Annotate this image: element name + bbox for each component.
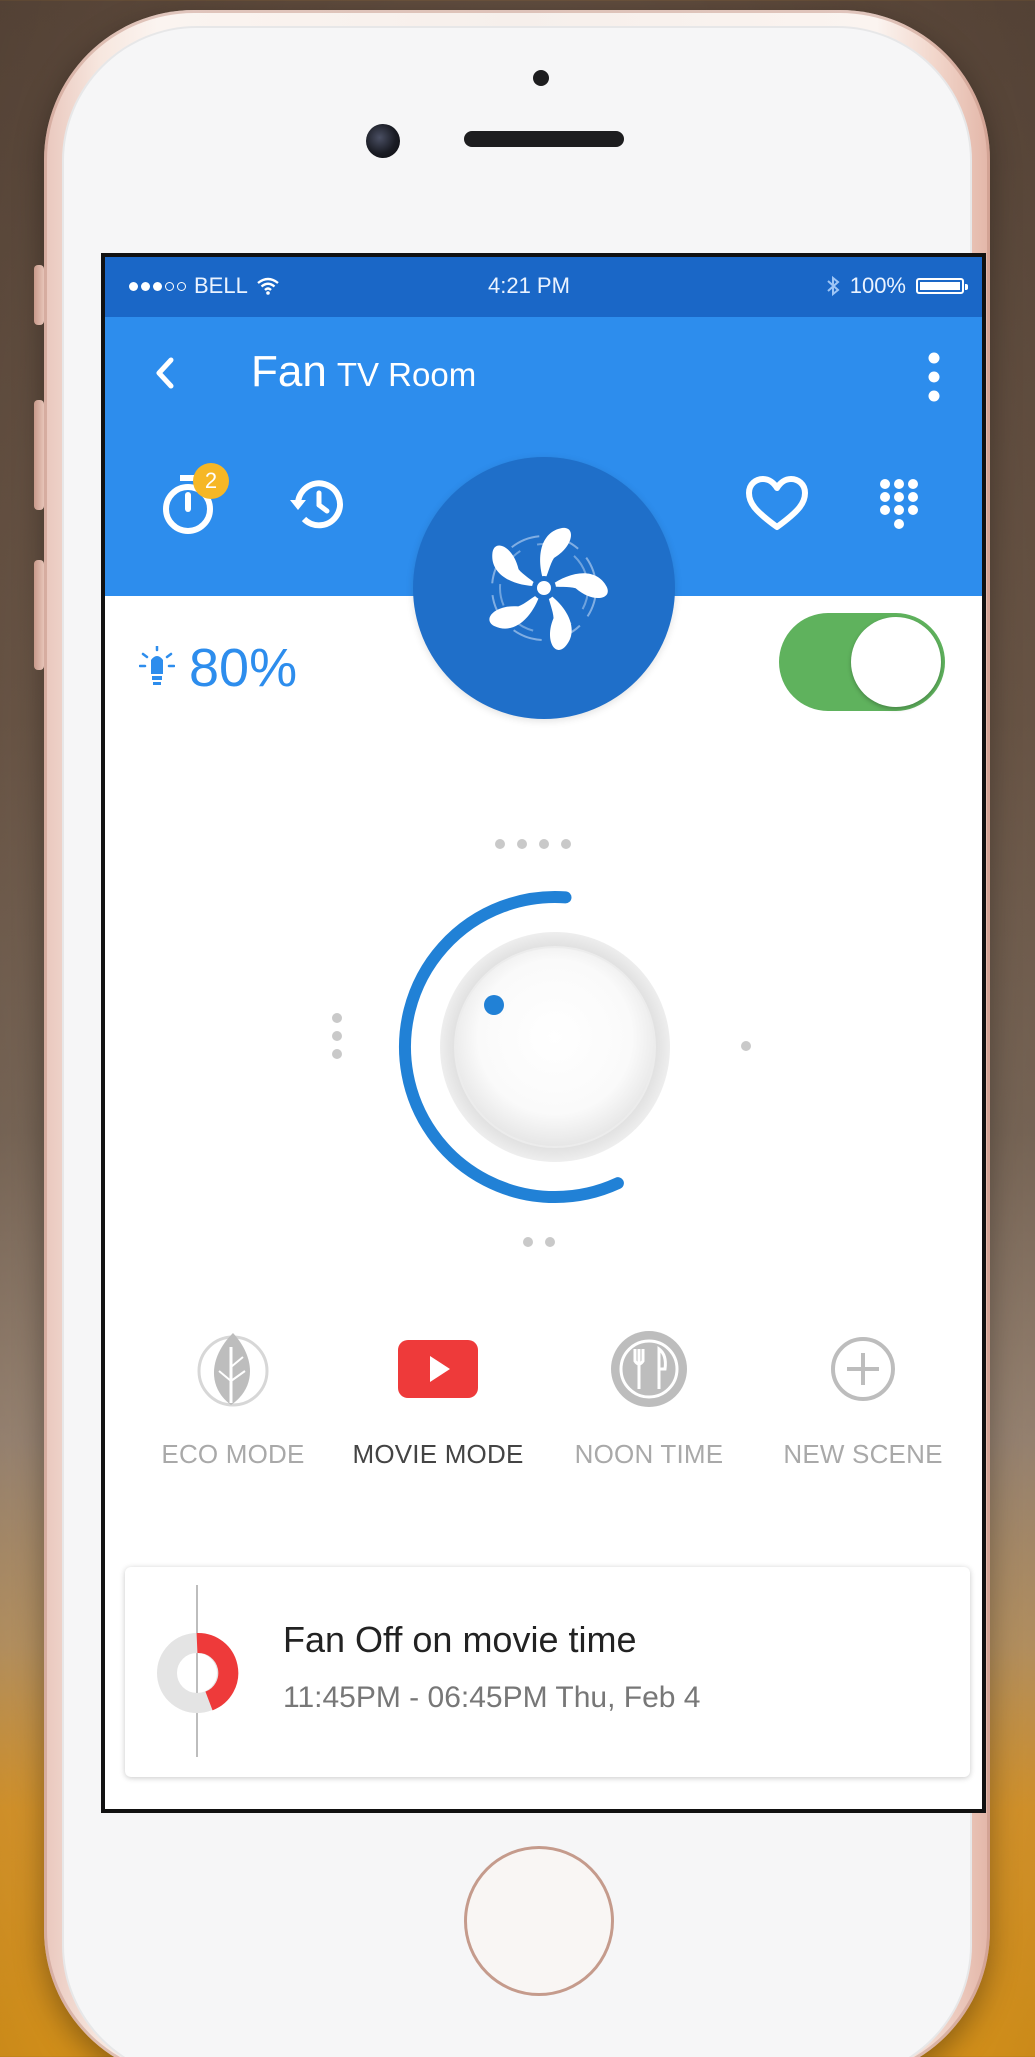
room-name: TV Room	[336, 356, 477, 393]
more-vertical-icon	[928, 352, 940, 402]
speed-step-dots-top	[495, 839, 571, 849]
battery-icon	[916, 278, 968, 294]
wifi-icon	[257, 277, 279, 295]
dial-indicator-dot	[484, 995, 504, 1015]
page-title: Fan TV Room	[251, 347, 476, 397]
speed-dial[interactable]	[385, 877, 725, 1217]
toggle-knob	[851, 617, 941, 707]
device-name: Fan	[251, 347, 327, 396]
scene-label: NEW SCENE	[783, 1439, 943, 1469]
clock: 4:21 PM	[488, 273, 570, 298]
plus-icon	[821, 1327, 905, 1411]
volume-down-button	[34, 560, 44, 670]
history-icon	[290, 480, 343, 529]
scene-eco-mode[interactable]: ECO MODE	[133, 1327, 333, 1487]
play-icon	[396, 1327, 480, 1411]
chevron-left-icon	[156, 357, 174, 389]
fan-icon	[489, 527, 608, 650]
status-bar: BELL 4:21 PM 100%	[105, 257, 982, 317]
earpiece-speaker	[464, 131, 624, 147]
timer-count-badge: 2	[193, 463, 229, 499]
carrier-name: BELL	[194, 273, 248, 298]
scene-new-scene[interactable]: NEW SCENE	[763, 1327, 963, 1487]
front-camera	[366, 124, 400, 158]
mute-switch	[34, 265, 44, 325]
speed-step-dot-right	[741, 1041, 751, 1051]
proximity-sensor	[533, 70, 549, 86]
scene-label: MOVIE MODE	[352, 1439, 524, 1469]
heart-icon	[746, 476, 808, 530]
scene-noon-time[interactable]: NOON TIME	[549, 1327, 749, 1487]
status-right: 100%	[826, 273, 968, 299]
battery-percent: 100%	[849, 273, 906, 298]
home-button[interactable]	[464, 1846, 614, 1996]
light-bulb-icon	[139, 646, 175, 685]
volume-up-button	[34, 400, 44, 510]
signal-strength-icon	[129, 281, 186, 291]
scene-movie-mode[interactable]: MOVIE MODE	[338, 1327, 538, 1487]
speed-step-dots-bottom	[523, 1237, 555, 1247]
schedule-progress-icon	[157, 1633, 239, 1713]
history-button[interactable]	[280, 467, 354, 541]
keypad-button[interactable]	[862, 467, 936, 541]
scene-label: NOON TIME	[574, 1439, 724, 1469]
more-options-button[interactable]	[924, 349, 944, 405]
app-screen: BELL 4:21 PM 100% Fan TV Room 2 80% ECO …	[101, 253, 986, 1813]
schedule-title: Fan Off on movie time	[283, 1619, 637, 1660]
scene-label: ECO MODE	[161, 1439, 305, 1469]
status-left: BELL	[129, 273, 280, 299]
speed-step-dots-left	[332, 1013, 342, 1059]
dining-icon	[607, 1327, 691, 1411]
back-button[interactable]	[145, 353, 185, 393]
schedule-time: 11:45PM - 06:45PM Thu, Feb 4	[283, 1681, 701, 1714]
dialpad-icon	[880, 479, 918, 529]
favorite-button[interactable]	[740, 467, 814, 541]
leaf-icon	[191, 1327, 275, 1411]
brightness-value: 80%	[189, 638, 298, 698]
schedule-card[interactable]: Fan Off on movie time 11:45PM - 06:45PM …	[125, 1567, 970, 1777]
brightness-indicator: 80%	[139, 637, 297, 699]
fan-power-button[interactable]	[413, 457, 675, 719]
dial-knob[interactable]	[454, 946, 656, 1148]
power-toggle[interactable]	[779, 613, 945, 711]
bluetooth-icon	[827, 275, 840, 297]
